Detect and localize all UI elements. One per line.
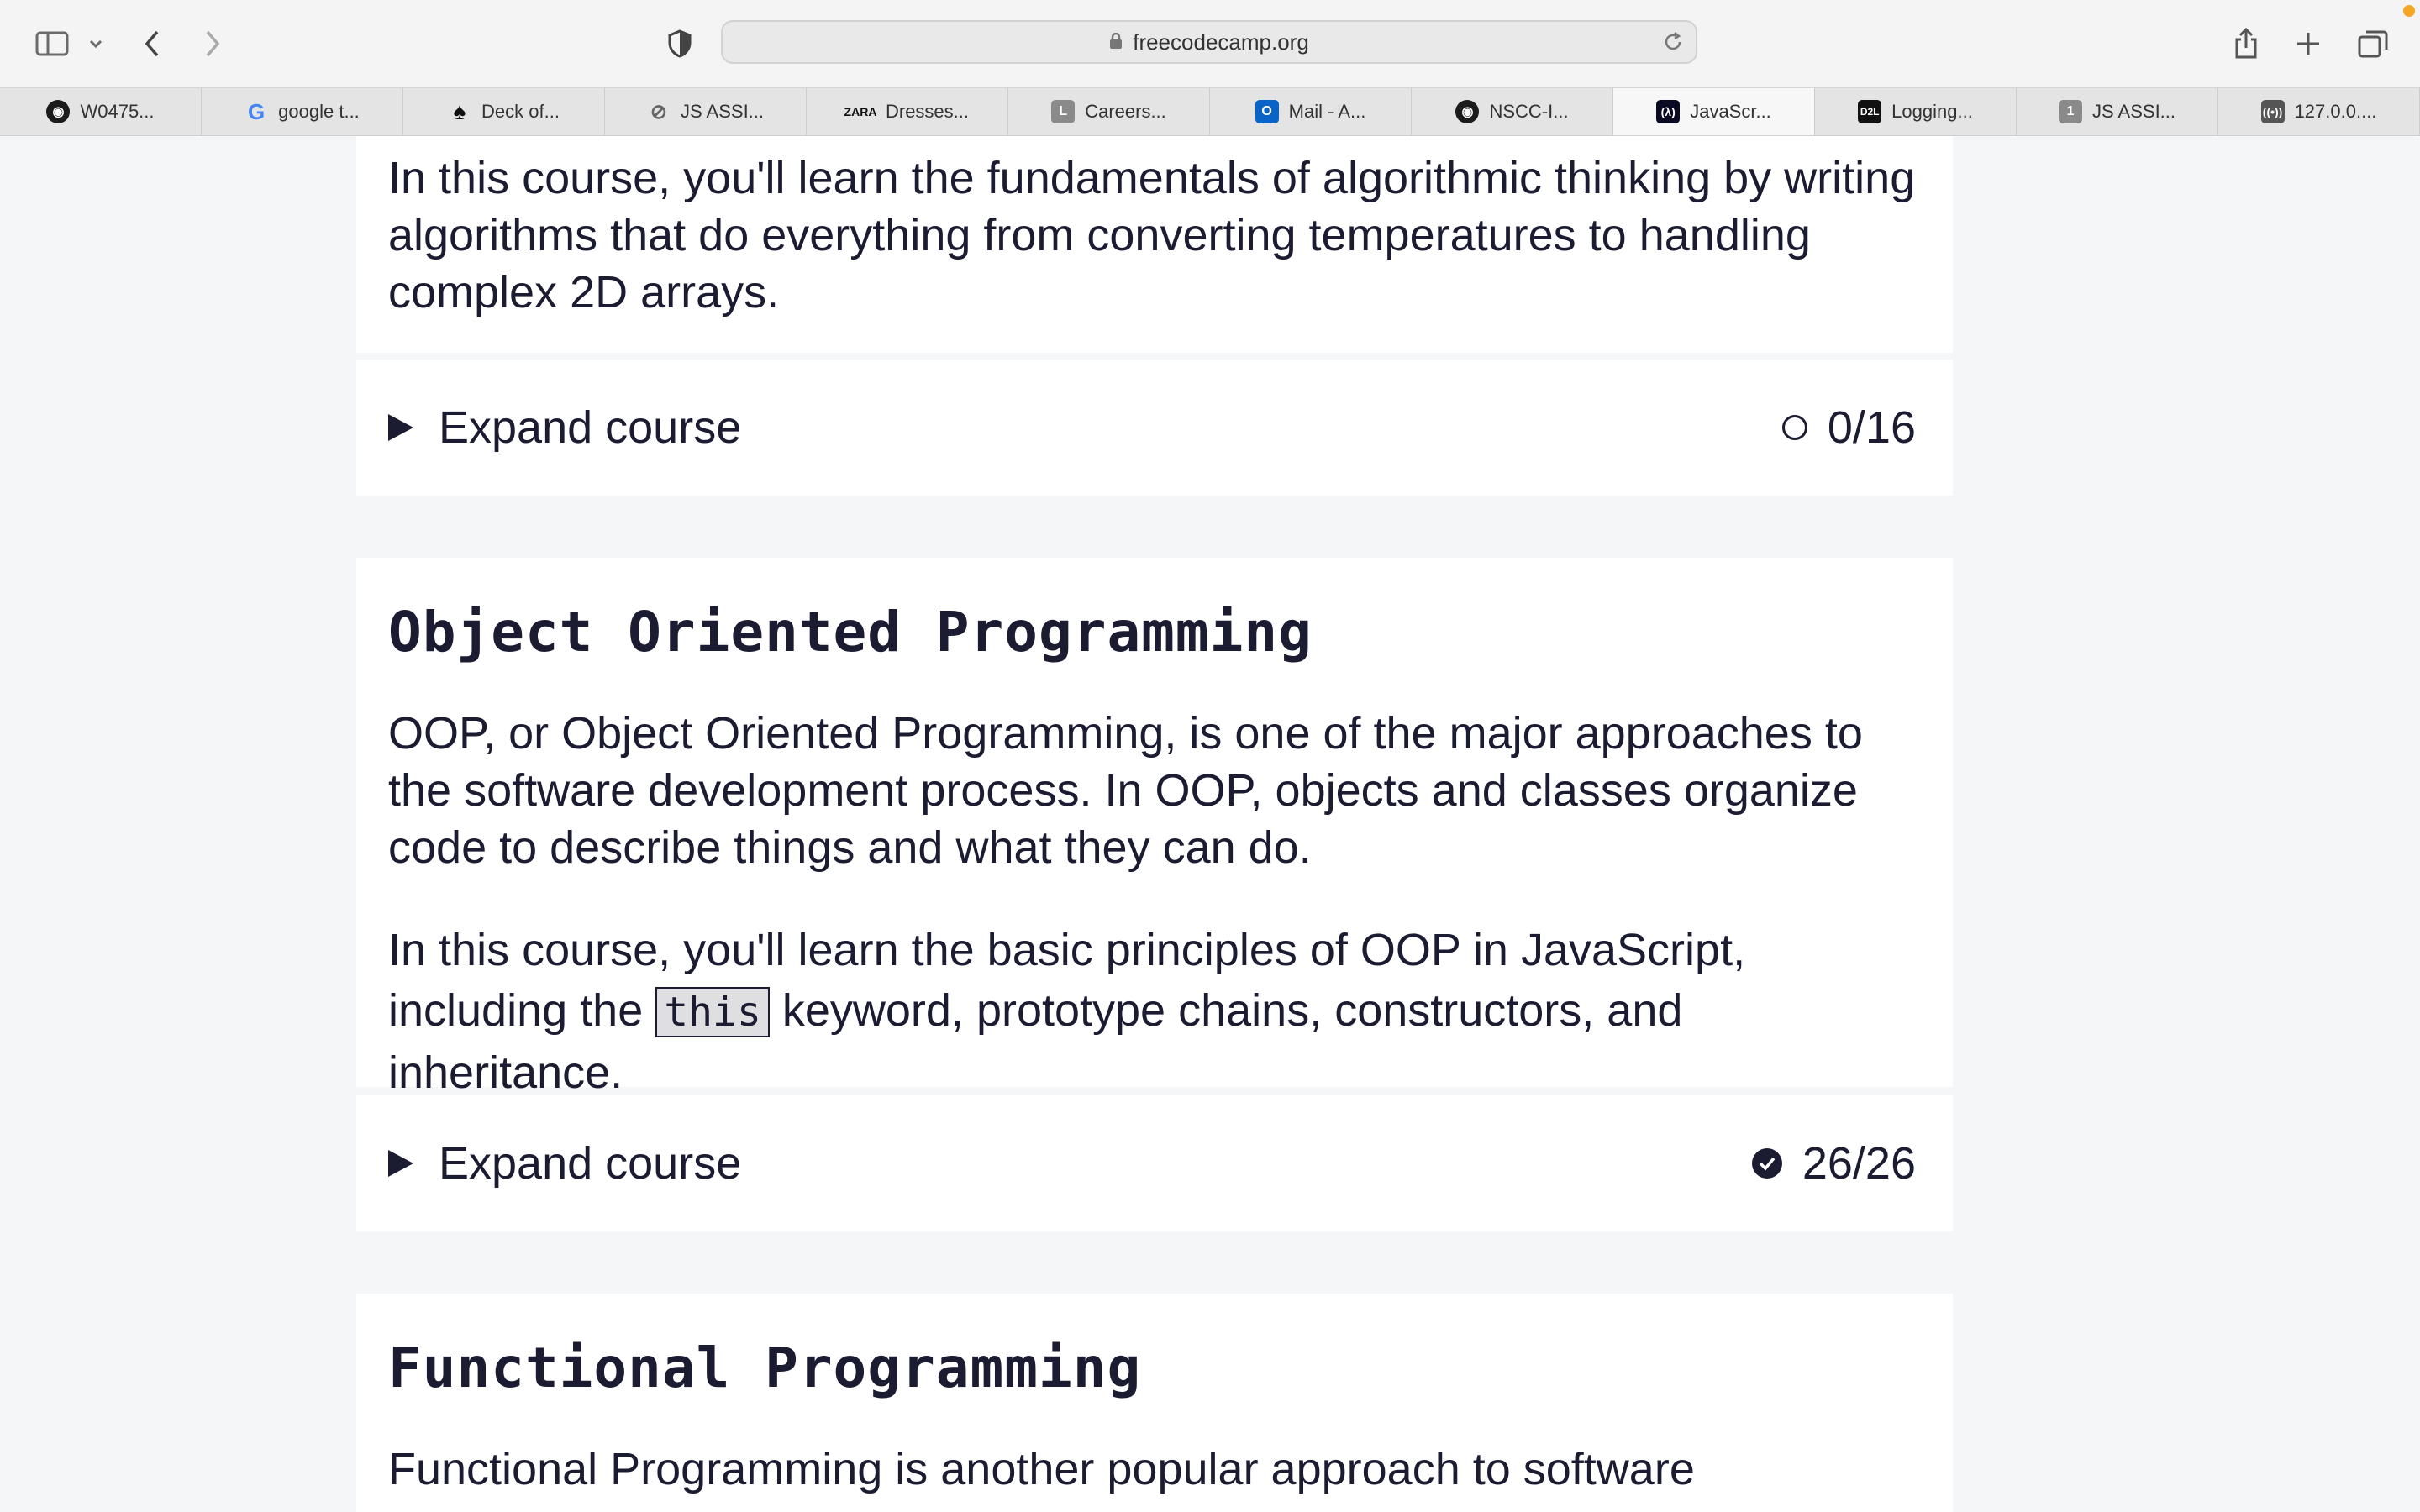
checkmark-circle-icon	[1751, 1148, 1782, 1179]
tab-label: JavaScr...	[1690, 101, 1771, 122]
zara-icon: ZARA	[844, 105, 877, 118]
expand-course-label: Expand course	[439, 402, 742, 453]
tab-github-w0475[interactable]: ◉ W0475...	[0, 88, 202, 135]
progress-count: 0/16	[1827, 402, 1916, 453]
course-title: Object Oriented Programming	[388, 600, 1313, 664]
lock-icon	[1109, 29, 1123, 55]
tab-localhost[interactable]: ((•)) 127.0.0....	[2218, 88, 2420, 135]
github-icon: ◉	[46, 100, 71, 123]
outlook-icon: O	[1255, 100, 1279, 123]
inline-code: this	[655, 987, 770, 1037]
tab-deck[interactable]: ♠ Deck of...	[403, 88, 605, 135]
tab-dresses[interactable]: ZARA Dresses...	[807, 88, 1008, 135]
progress-count: 26/26	[1802, 1138, 1916, 1189]
tab-js-assignment[interactable]: ⊘ JS ASSI...	[605, 88, 807, 135]
page-content: In this course, you'll learn the fundame…	[0, 136, 2420, 1512]
tab-careers[interactable]: L Careers...	[1008, 88, 1210, 135]
compass-icon: ⊘	[650, 100, 668, 123]
tab-label: Dresses...	[885, 101, 970, 122]
tab-label: Careers...	[1085, 101, 1166, 122]
tab-logging[interactable]: D2L Logging...	[1815, 88, 2017, 135]
course-progress: 26/26	[1751, 1137, 1916, 1189]
github-icon: ◉	[1455, 100, 1480, 123]
expand-triangle-icon	[388, 414, 413, 441]
forward-icon[interactable]	[200, 20, 225, 67]
freecodecamp-icon: (λ)	[1656, 100, 1681, 123]
course-card-functional: Functional Programming Functional Progra…	[356, 1294, 1953, 1512]
new-tab-icon[interactable]	[2294, 20, 2323, 67]
chevron-down-icon[interactable]	[86, 20, 106, 67]
expand-course-row[interactable]: Expand course 0/16	[356, 360, 1953, 496]
course-card-algorithms: In this course, you'll learn the fundame…	[356, 136, 1953, 353]
l-icon: L	[1051, 100, 1076, 123]
tab-google[interactable]: G google t...	[202, 88, 403, 135]
notification-dot	[2403, 5, 2415, 17]
course-description: Functional Programming is another popula…	[388, 1444, 1695, 1494]
tab-label: Mail - A...	[1288, 101, 1366, 122]
tab-label: 127.0.0....	[2294, 101, 2377, 122]
broadcast-icon: ((•))	[2260, 100, 2285, 123]
privacy-shield-icon[interactable]	[666, 20, 694, 67]
tab-mail[interactable]: O Mail - A...	[1210, 88, 1412, 135]
incomplete-circle-icon	[1781, 415, 1807, 440]
one-icon: 1	[2058, 100, 2082, 123]
url-text: freecodecamp.org	[1133, 29, 1309, 55]
course-title: Functional Programming	[388, 1336, 1142, 1400]
tab-label: NSCC-I...	[1489, 101, 1569, 122]
tab-label: Logging...	[1891, 101, 1973, 122]
tab-label: google t...	[278, 101, 360, 122]
tab-label: JS ASSI...	[2091, 101, 2176, 122]
expand-triangle-icon	[388, 1150, 413, 1177]
tab-bar: ◉ W0475... G google t... ♠ Deck of... ⊘ …	[0, 88, 2420, 136]
course-description: In this course, you'll learn the fundame…	[388, 153, 1916, 318]
course-card-oop: Object Oriented Programming OOP, or Obje…	[356, 558, 1953, 1098]
tab-js-assignment-2[interactable]: 1 JS ASSI...	[2017, 88, 2218, 135]
back-icon[interactable]	[139, 20, 165, 67]
course-progress: 0/16	[1781, 402, 1916, 454]
share-icon[interactable]	[2232, 20, 2260, 67]
browser-toolbar: freecodecamp.org	[0, 0, 2420, 88]
address-bar[interactable]: freecodecamp.org	[721, 20, 1697, 64]
tab-label: W0475...	[80, 101, 155, 122]
d2l-icon: D2L	[1858, 100, 1882, 123]
course-description-2: In this course, you'll learn the basic p…	[388, 920, 1919, 1103]
google-icon: G	[248, 98, 266, 124]
tab-overview-icon[interactable]	[2356, 20, 2390, 67]
reload-icon[interactable]	[1662, 30, 1684, 60]
tab-label: Deck of...	[481, 101, 560, 122]
expand-course-row[interactable]: Expand course 26/26	[356, 1095, 1953, 1231]
spade-icon: ♠	[453, 98, 466, 124]
tab-github-nscc[interactable]: ◉ NSCC-I...	[1412, 88, 1613, 135]
sidebar-toggle-icon[interactable]	[32, 20, 72, 67]
tab-label: JS ASSI...	[680, 101, 765, 122]
course-description: OOP, or Object Oriented Programming, is …	[388, 708, 1863, 873]
tab-javascript[interactable]: (λ) JavaScr...	[1613, 88, 1815, 135]
expand-course-label: Expand course	[439, 1138, 742, 1189]
